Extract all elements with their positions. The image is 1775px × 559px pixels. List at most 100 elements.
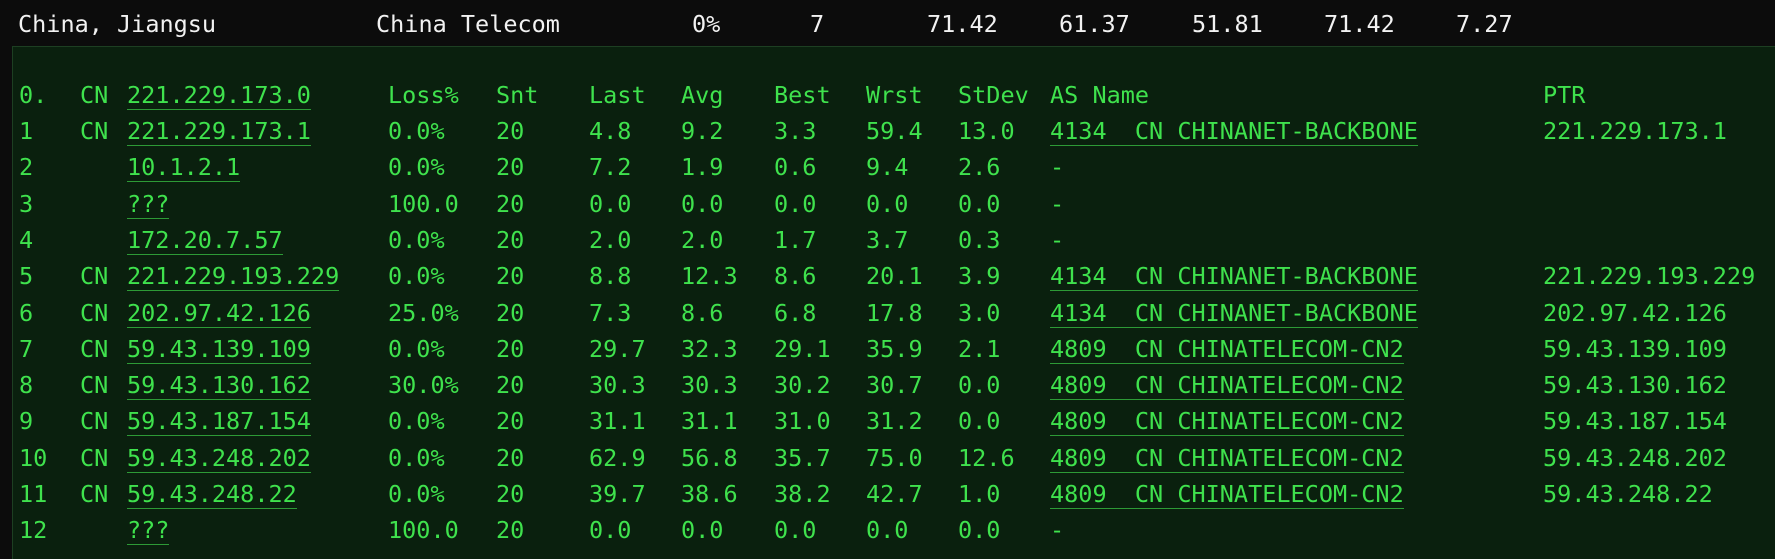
hop-avg: 12.3 [681, 262, 738, 291]
hop-loss: 0.0% [388, 480, 445, 508]
hop-host-link[interactable]: 59.43.187.154 [127, 407, 311, 437]
hop-best: 29.1 [774, 334, 831, 363]
header-last: Last [589, 81, 646, 109]
hop-loss: 0.0% [388, 407, 445, 436]
hop-as-name: CHINANET-BACKBONE [1177, 262, 1418, 291]
header-host-link[interactable]: 221.229.173.0 [127, 81, 311, 110]
hop-host-link[interactable]: ??? [127, 516, 170, 546]
hop-best: 3.3 [774, 117, 817, 145]
hop-index: 8 [19, 371, 34, 400]
hop-as-country: CN [1134, 117, 1164, 145]
hop-as-link[interactable]: 4134 CN CHINANET-BACKBONE [1050, 117, 1418, 146]
table-row: 5 CN 221.229.193.229 0.0% 20 8.8 12.3 8.6 20.1 3.… [13, 258, 1775, 294]
hop-host-link[interactable]: 59.43.130.162 [127, 371, 311, 401]
hop-as-link[interactable]: 4134 CN CHINANET-BACKBONE [1050, 299, 1418, 328]
hop-asn: 4809 [1050, 443, 1107, 472]
hop-ptr: 59.43.248.202 [1543, 443, 1727, 472]
hop-snt: 20 [496, 371, 525, 400]
hop-as-link[interactable]: 4809 CN CHINATELECOM-CN2 [1050, 407, 1404, 437]
hop-stdev: 0.0 [958, 407, 1001, 436]
hop-wrst: 59.4 [866, 117, 923, 145]
hop-avg: 31.1 [681, 407, 738, 436]
table-row: 8 CN 59.43.130.162 30.0% 20 30.3 30.3 30.2 30.7 0… [13, 367, 1775, 403]
hop-host-link[interactable]: 59.43.248.202 [127, 444, 311, 473]
hop-asn: 4809 [1050, 407, 1107, 436]
hop-stdev: 0.0 [958, 371, 1001, 400]
hop-stdev: 3.0 [958, 298, 1001, 327]
hop-host-link[interactable]: 221.229.193.229 [127, 262, 340, 292]
hop-avg: 32.3 [681, 334, 738, 363]
table-row: 9 CN 59.43.187.154 0.0% 20 31.1 31.1 31.0 31.2 0.… [13, 403, 1775, 439]
hop-ptr: 59.43.248.22 [1543, 480, 1713, 508]
hop-wrst: 31.2 [866, 407, 923, 436]
hop-loss: 100.0 [388, 189, 459, 218]
hop-wrst: 35.9 [866, 334, 923, 363]
summary-value-4: 71.42 [1324, 10, 1395, 38]
hop-best: 8.6 [774, 262, 817, 291]
hop-last: 4.8 [589, 117, 632, 145]
header-stdev: StDev [958, 81, 1029, 109]
hop-loss: 0.0% [388, 225, 445, 254]
hop-snt: 20 [496, 516, 525, 545]
hop-as-link[interactable]: 4809 CN CHINATELECOM-CN2 [1050, 480, 1404, 509]
hop-host-link[interactable]: 202.97.42.126 [127, 299, 311, 328]
table-row: 4 172.20.7.57 0.0% 20 2.0 2.0 1.7 3.7 0.3 - [13, 222, 1775, 258]
hop-index: 5 [19, 262, 34, 291]
hop-host-link[interactable]: 10.1.2.1 [127, 153, 241, 183]
hop-host-link[interactable]: ??? [127, 190, 170, 219]
table-row: 11 CN 59.43.248.22 0.0% 20 39.7 38.6 38.2 42.7 1.… [13, 476, 1775, 512]
hop-as-country: CN [1134, 371, 1164, 400]
header-loss: Loss% [388, 81, 459, 109]
hop-stdev: 2.1 [958, 334, 1001, 363]
hop-country: CN [80, 334, 109, 363]
hop-asn: 4809 [1050, 334, 1107, 363]
hop-as-country: CN [1134, 334, 1164, 363]
hop-snt: 20 [496, 480, 525, 508]
hop-host-link[interactable]: 221.229.173.1 [127, 117, 311, 146]
hop-avg: 0.0 [681, 516, 724, 545]
hop-index: 6 [19, 298, 34, 327]
hop-asn: 4134 [1050, 117, 1107, 145]
hop-snt: 20 [496, 298, 525, 327]
hop-best: 30.2 [774, 371, 831, 400]
hop-host-link[interactable]: 172.20.7.57 [127, 226, 283, 255]
hop-wrst: 3.7 [866, 225, 909, 254]
hop-avg: 1.9 [681, 153, 724, 182]
hop-as-none: - [1050, 189, 1065, 218]
hop-index: 4 [19, 225, 34, 254]
hop-stdev: 13.0 [958, 117, 1015, 145]
hop-wrst: 42.7 [866, 480, 923, 508]
hop-as-link[interactable]: 4809 CN CHINATELECOM-CN2 [1050, 371, 1404, 401]
hop-asn: 4134 [1050, 262, 1107, 291]
hop-host-link[interactable]: 59.43.248.22 [127, 480, 297, 509]
hop-as-name: CHINANET-BACKBONE [1177, 298, 1418, 327]
hop-as-link[interactable]: 4134 CN CHINANET-BACKBONE [1050, 262, 1418, 292]
traceroute-panel: 0. CN 221.229.173.0 Loss% Snt Last Avg B… [12, 46, 1775, 559]
hop-ptr: 59.43.130.162 [1543, 371, 1727, 400]
hop-country: CN [80, 443, 109, 472]
hop-snt: 20 [496, 117, 525, 145]
hop-last: 7.2 [589, 153, 632, 182]
hop-last: 39.7 [589, 480, 646, 508]
hop-best: 35.7 [774, 443, 831, 472]
hop-last: 7.3 [589, 298, 632, 327]
hop-as-link[interactable]: 4809 CN CHINATELECOM-CN2 [1050, 444, 1404, 473]
hop-as-name: CHINATELECOM-CN2 [1177, 334, 1404, 363]
hop-avg: 9.2 [681, 117, 724, 145]
hop-avg: 56.8 [681, 443, 738, 472]
hop-as-link[interactable]: 4809 CN CHINATELECOM-CN2 [1050, 335, 1404, 364]
hop-loss: 30.0% [388, 371, 459, 400]
header-as-name: AS Name [1050, 81, 1150, 109]
hop-loss: 0.0% [388, 443, 445, 472]
hop-last: 0.0 [589, 516, 632, 545]
hop-host-link[interactable]: 59.43.139.109 [127, 335, 311, 364]
header-snt: Snt [496, 81, 539, 109]
hop-asn: 4809 [1050, 371, 1107, 400]
